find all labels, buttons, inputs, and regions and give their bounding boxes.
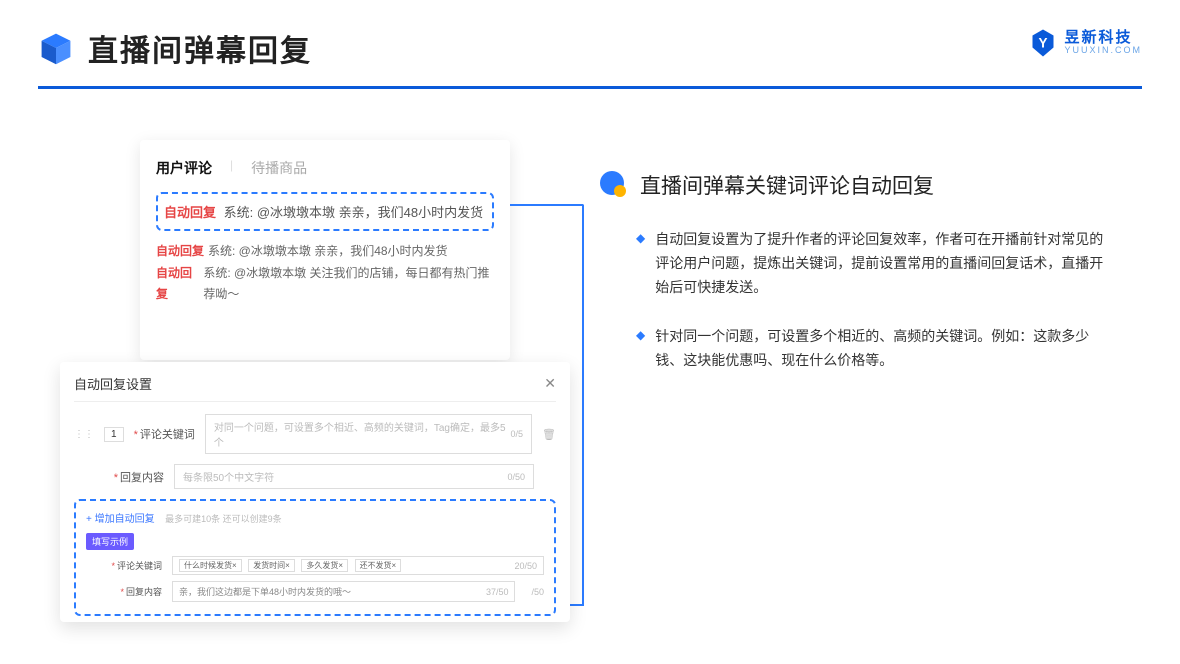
example-reply-input[interactable]: 亲，我们这边都是下单48小时内发货的哦～ 37/50 bbox=[172, 581, 515, 602]
rule-index: 1 bbox=[104, 427, 124, 442]
page-header: 直播间弹幕回复 bbox=[0, 0, 1180, 80]
close-icon[interactable]: ✕ bbox=[544, 375, 556, 392]
tab-user-comments[interactable]: 用户评论 bbox=[156, 158, 212, 178]
reply-text-2: 系统: @冰墩墩本墩 亲亲，我们48小时内发货 bbox=[208, 241, 448, 263]
add-reply-link[interactable]: + 增加自动回复 bbox=[86, 514, 155, 525]
delete-icon[interactable]: 🗑 bbox=[542, 428, 556, 441]
bullet-text-1: 自动回复设置为了提升作者的评论回复效率，作者可在开播前针对常见的评论用户问题，提… bbox=[655, 228, 1105, 299]
header-rule bbox=[38, 86, 1142, 89]
example-reply-label: *回复内容 bbox=[106, 585, 162, 598]
reply-line-3: 自动回复 系统: @冰墩墩本墩 关注我们的店铺，每日都有热门推荐呦～ bbox=[156, 263, 494, 306]
reply-input[interactable]: 每条限50个中文字符0/50 bbox=[174, 464, 534, 489]
example-keyword-label: *评论关键词 bbox=[106, 559, 162, 572]
add-reply-meta: 最多可建10条 还可以创建9条 bbox=[165, 514, 282, 524]
cube-icon bbox=[38, 30, 74, 66]
brand-name: 昱新科技 bbox=[1064, 30, 1142, 47]
keyword-tag[interactable]: 还不发货× bbox=[355, 559, 402, 572]
section-header: 直播间弹幕关键词评论自动回复 bbox=[600, 170, 1130, 200]
reply-label: *回复内容 bbox=[108, 469, 164, 485]
highlighted-reply: 自动回复 系统: @冰墩墩本墩 亲亲，我们48小时内发货 bbox=[156, 192, 494, 231]
diamond-icon: ◆ bbox=[636, 231, 645, 299]
drag-handle-icon[interactable]: ⋮⋮ bbox=[74, 429, 94, 440]
example-box: + 增加自动回复 最多可建10条 还可以创建9条 填写示例 *评论关键词 什么时… bbox=[74, 499, 556, 616]
bullet-icon bbox=[600, 171, 628, 199]
keyword-input[interactable]: 对同一个问题，可设置多个相近、高频的关键词，Tag确定，最多5个0/5 bbox=[205, 414, 532, 454]
auto-reply-chip: 自动回复 bbox=[164, 205, 216, 220]
outer-count: /50 bbox=[531, 587, 544, 597]
brand-sub: YUUXIN.COM bbox=[1064, 46, 1142, 56]
tab-separator: | bbox=[230, 158, 233, 178]
auto-reply-settings-modal: 自动回复设置 ✕ ⋮⋮ 1 *评论关键词 对同一个问题，可设置多个相近、高频的关… bbox=[60, 362, 570, 622]
example-pill: 填写示例 bbox=[86, 533, 134, 550]
comments-panel: 用户评论 | 待播商品 自动回复 系统: @冰墩墩本墩 亲亲，我们48小时内发货… bbox=[140, 140, 510, 360]
diamond-icon: ◆ bbox=[636, 328, 645, 373]
auto-reply-chip: 自动回复 bbox=[156, 263, 199, 306]
example-keyword-tags[interactable]: 什么时候发货× 发货时间× 多久发货× 还不发货× 20/50 bbox=[172, 556, 544, 575]
bullet-item: ◆ 针对同一个问题，可设置多个相近的、高频的关键词。例如：这款多少钱、这块能优惠… bbox=[600, 325, 1130, 373]
keyword-tag[interactable]: 多久发货× bbox=[301, 559, 348, 572]
reply-text-1: 系统: @冰墩墩本墩 亲亲，我们48小时内发货 bbox=[224, 205, 484, 220]
brand-logo: Y 昱新科技 YUUXIN.COM bbox=[1028, 28, 1142, 58]
page-title: 直播间弹幕回复 bbox=[88, 26, 312, 70]
reply-text-3: 系统: @冰墩墩本墩 关注我们的店铺，每日都有热门推荐呦～ bbox=[203, 263, 494, 306]
tab-pending-goods[interactable]: 待播商品 bbox=[251, 158, 307, 178]
bullet-item: ◆ 自动回复设置为了提升作者的评论回复效率，作者可在开播前针对常见的评论用户问题… bbox=[600, 228, 1130, 299]
keyword-tag[interactable]: 发货时间× bbox=[248, 559, 295, 572]
svg-text:Y: Y bbox=[1039, 36, 1048, 51]
brand-icon: Y bbox=[1028, 28, 1058, 58]
auto-reply-chip: 自动回复 bbox=[156, 241, 204, 263]
section-title: 直播间弹幕关键词评论自动回复 bbox=[640, 170, 934, 200]
modal-title: 自动回复设置 bbox=[74, 374, 152, 393]
keyword-tag[interactable]: 什么时候发货× bbox=[179, 559, 242, 572]
keyword-label: *评论关键词 bbox=[134, 426, 195, 442]
bullet-text-2: 针对同一个问题，可设置多个相近的、高频的关键词。例如：这款多少钱、这块能优惠吗、… bbox=[655, 325, 1105, 373]
reply-line-2: 自动回复 系统: @冰墩墩本墩 亲亲，我们48小时内发货 bbox=[156, 241, 494, 263]
